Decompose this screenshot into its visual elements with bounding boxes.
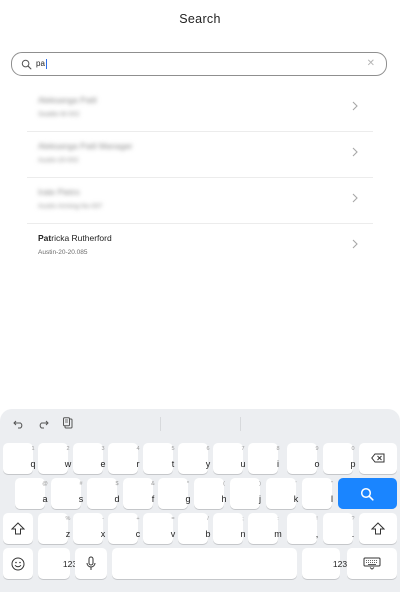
key-n[interactable]: ; n xyxy=(213,513,246,544)
result-subtitle: Austin-20-20.085 xyxy=(38,249,88,256)
numbers-key-left[interactable]: 123 xyxy=(38,548,77,579)
dictation-key[interactable] xyxy=(75,548,107,579)
result-name-rest: ricka Rutherford xyxy=(51,233,112,243)
clear-icon[interactable]: ✕ xyxy=(367,57,375,71)
hide-keyboard-key[interactable] xyxy=(347,548,397,579)
key-comma[interactable]: !, xyxy=(287,513,318,544)
result-subtitle: Seattle-W-002 xyxy=(38,111,80,118)
delete-key[interactable] xyxy=(359,443,397,474)
result-name-match: Pat xyxy=(38,233,52,243)
undo-icon[interactable] xyxy=(13,417,25,429)
chevron-right-icon xyxy=(352,101,358,111)
key-d[interactable]: $ d xyxy=(87,478,120,509)
key-z[interactable]: % z xyxy=(38,513,70,544)
key-r[interactable]: 4r xyxy=(108,443,140,474)
toolbar-divider xyxy=(240,417,241,431)
keyboard-hide-icon xyxy=(363,557,381,570)
search-key[interactable] xyxy=(338,478,397,509)
key-q[interactable]: 1q xyxy=(3,443,36,474)
key-g[interactable]: * g xyxy=(158,478,191,509)
result-name: Aleksanga Patil Manager xyxy=(38,141,133,151)
chevron-right-icon xyxy=(352,147,358,157)
result-subtitle: Austin-Arming-No-007 xyxy=(38,203,103,210)
key-m[interactable]: :m xyxy=(248,513,282,544)
key-f[interactable]: & f xyxy=(123,478,155,509)
key-y[interactable]: 6y xyxy=(178,443,210,474)
chevron-right-icon xyxy=(352,193,358,203)
key-w[interactable]: 2w xyxy=(38,443,71,474)
key-i[interactable]: 8i xyxy=(248,443,280,474)
results-list: Aleksanga Patil Seattle-W-002 Aleksanga … xyxy=(27,86,373,270)
key-b[interactable]: / b xyxy=(178,513,211,544)
key-k[interactable]: ' k xyxy=(266,478,298,509)
key-a[interactable]: @ a xyxy=(15,478,48,509)
result-name: Aleksanga Patil xyxy=(38,95,97,105)
search-icon xyxy=(21,59,32,70)
shift-key-left[interactable] xyxy=(3,513,33,544)
result-name: Irate Pietro xyxy=(38,187,80,197)
shift-icon xyxy=(11,522,25,535)
page-title: Search xyxy=(179,12,221,26)
keyboard-toolbar xyxy=(0,409,400,437)
shift-key-right[interactable] xyxy=(359,513,397,544)
toolbar-divider xyxy=(160,417,161,431)
header: Search xyxy=(0,0,400,40)
key-x[interactable]: -x xyxy=(73,513,105,544)
key-p[interactable]: 0p xyxy=(323,443,356,474)
shift-icon xyxy=(371,522,385,535)
emoji-icon xyxy=(11,557,25,571)
key-u[interactable]: 7u xyxy=(213,443,246,474)
list-item[interactable]: Aleksanga Patil Seattle-W-002 xyxy=(27,86,373,132)
result-subtitle: Austin-20-002 xyxy=(38,157,79,164)
key-s[interactable]: # s xyxy=(51,478,83,509)
key-l[interactable]: " l xyxy=(302,478,333,509)
space-bar[interactable] xyxy=(112,548,297,579)
search-icon xyxy=(360,487,374,501)
search-field[interactable]: pa ✕ xyxy=(11,52,387,76)
emoji-key[interactable] xyxy=(3,548,33,579)
key-t[interactable]: 5t xyxy=(143,443,175,474)
text-caret xyxy=(45,59,47,69)
list-item[interactable]: Patricka Rutherford Austin-20-20.085 xyxy=(27,224,373,270)
list-item[interactable]: Irate Pietro Austin-Arming-No-007 xyxy=(27,178,373,224)
key-v[interactable]: = v xyxy=(143,513,175,544)
key-o[interactable]: 9o xyxy=(287,443,320,474)
result-name: Patricka Rutherford xyxy=(38,233,112,243)
list-item[interactable]: Aleksanga Patil Manager Austin-20-002 xyxy=(27,132,373,178)
chevron-right-icon xyxy=(352,239,358,249)
key-h[interactable]: (h xyxy=(194,478,227,509)
delete-icon xyxy=(371,453,385,463)
key-period[interactable]: ?. xyxy=(323,513,355,544)
key-e[interactable]: 3e xyxy=(73,443,106,474)
search-input-value: pa xyxy=(36,59,45,68)
clipboard-icon[interactable] xyxy=(62,417,74,429)
key-c[interactable]: + c xyxy=(108,513,140,544)
redo-icon[interactable] xyxy=(37,417,49,429)
numbers-key-right[interactable]: 123 xyxy=(302,548,347,579)
key-j[interactable]: ) j xyxy=(230,478,261,509)
microphone-icon xyxy=(86,556,96,570)
search-input[interactable]: pa xyxy=(36,57,47,71)
on-screen-keyboard: 1q 2w 3e 4r 5t 6y 7u 8i 9o 0p @ a # s $ d &… xyxy=(0,409,400,592)
